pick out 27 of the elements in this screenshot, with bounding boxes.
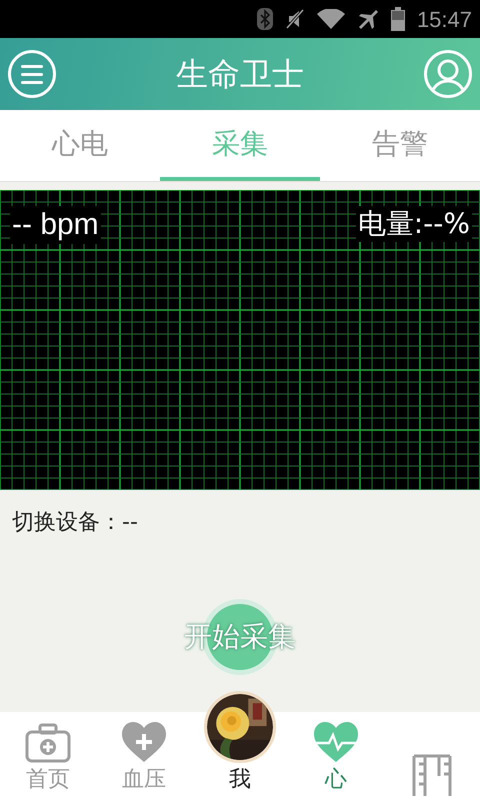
nav-label: 我: [229, 766, 251, 794]
device-label: 切换设备：--: [12, 509, 139, 537]
heart-pulse-icon: [313, 721, 359, 763]
tab[interactable]: 心电: [0, 110, 160, 181]
profile-button[interactable]: [424, 50, 472, 98]
heart-plus-icon: [121, 721, 167, 763]
nav-label: 血压: [122, 766, 166, 794]
heart-rate-reading: -- bpm: [10, 206, 101, 244]
nav-item[interactable]: 血压: [96, 721, 192, 796]
tab[interactable]: 告警: [320, 110, 480, 181]
nav-item[interactable]: 首页: [0, 723, 96, 796]
status-time: 15:47: [416, 6, 472, 34]
app-title: 生命卫士: [176, 54, 304, 95]
battery-reading: 电量:--%: [356, 206, 472, 242]
menu-button[interactable]: [8, 50, 56, 98]
nav-item[interactable]: 心: [288, 721, 384, 796]
airplane-icon: [356, 9, 379, 29]
muted-icon: [284, 8, 305, 30]
nav-label: 心: [325, 766, 347, 794]
wifi-icon: [316, 9, 345, 29]
ruler-icon: [411, 754, 453, 796]
nav-label: 首页: [26, 766, 70, 794]
nav-item[interactable]: 我: [192, 691, 288, 796]
tab[interactable]: 采集: [160, 110, 320, 181]
medical-kit-icon: [25, 723, 71, 763]
bluetooth-icon: [256, 8, 273, 30]
battery-icon: [390, 7, 405, 31]
